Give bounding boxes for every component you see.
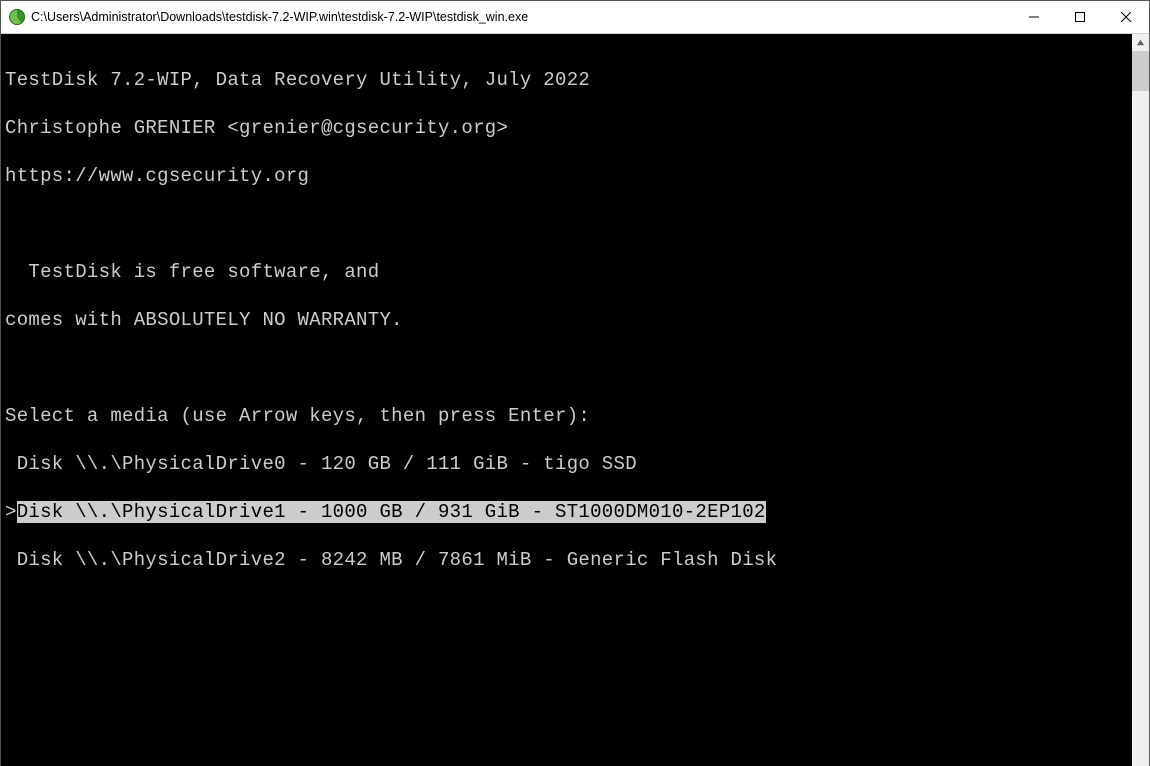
client-area: TestDisk 7.2-WIP, Data Recovery Utility,…: [1, 34, 1149, 766]
close-button[interactable]: [1103, 1, 1149, 33]
header-line-1: TestDisk 7.2-WIP, Data Recovery Utility,…: [5, 68, 1132, 92]
scrollbar-thumb[interactable]: [1132, 51, 1149, 91]
app-window: C:\Users\Administrator\Downloads\testdis…: [0, 0, 1150, 766]
scrollbar-track[interactable]: [1132, 51, 1149, 766]
app-icon: [9, 9, 25, 25]
header-line-2: Christophe GRENIER <grenier@cgsecurity.o…: [5, 116, 1132, 140]
select-prompt: Select a media (use Arrow keys, then pre…: [5, 404, 1132, 428]
disk-item-0[interactable]: Disk \\.\PhysicalDrive0 - 120 GB / 111 G…: [5, 452, 1132, 476]
minimize-icon: [1029, 12, 1039, 22]
minimize-button[interactable]: [1011, 1, 1057, 33]
scroll-up-button[interactable]: [1132, 34, 1149, 51]
disk-item-1[interactable]: >Disk \\.\PhysicalDrive1 - 1000 GB / 931…: [5, 500, 1132, 524]
header-line-3: https://www.cgsecurity.org: [5, 164, 1132, 188]
maximize-button[interactable]: [1057, 1, 1103, 33]
vertical-scrollbar[interactable]: [1132, 34, 1149, 766]
disk-item-2[interactable]: Disk \\.\PhysicalDrive2 - 8242 MB / 7861…: [5, 548, 1132, 572]
license-line-1: TestDisk is free software, and: [5, 260, 1132, 284]
titlebar[interactable]: C:\Users\Administrator\Downloads\testdis…: [1, 1, 1149, 34]
maximize-icon: [1075, 12, 1085, 22]
terminal-output[interactable]: TestDisk 7.2-WIP, Data Recovery Utility,…: [1, 34, 1132, 766]
disk-item-1-selected: Disk \\.\PhysicalDrive1 - 1000 GB / 931 …: [17, 501, 766, 523]
window-title: C:\Users\Administrator\Downloads\testdis…: [31, 10, 528, 24]
close-icon: [1121, 12, 1131, 22]
license-line-2: comes with ABSOLUTELY NO WARRANTY.: [5, 308, 1132, 332]
chevron-up-icon: [1136, 38, 1145, 47]
